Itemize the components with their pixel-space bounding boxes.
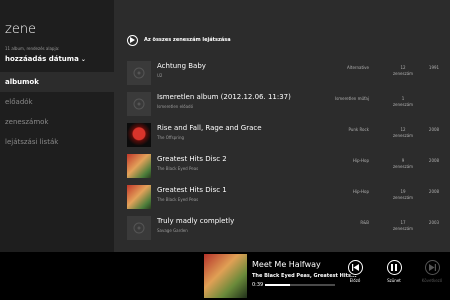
album-count-text: 11 album, rendezés alapja: — [5, 46, 60, 51]
album-cover — [127, 185, 151, 209]
sidebar-item-artists[interactable]: előadók — [0, 92, 114, 112]
chevron-down-icon: ⌄ — [80, 56, 86, 63]
album-row[interactable]: Ismeretlen album (2012.12.06. 11:37) Ism… — [114, 88, 450, 119]
album-row[interactable]: Rise and Fall, Rage and Grace The Offspr… — [114, 119, 450, 150]
sort-dropdown[interactable]: hozzáadás dátuma ⌄ — [5, 55, 86, 63]
album-row[interactable]: Achtung Baby U2 Alternative 12 zeneszám 1… — [114, 57, 450, 88]
album-year: 2008 — [428, 189, 440, 194]
album-genre: R&B — [360, 220, 369, 225]
album-artist: The Black Eyed Peas — [157, 197, 199, 202]
sidebar-nav: albumok előadók zeneszámok lejátszási li… — [0, 72, 114, 152]
album-title: Achtung Baby — [157, 62, 206, 70]
album-row[interactable]: Greatest Hits Disc 1 The Black Eyed Peas… — [114, 181, 450, 212]
album-pane: Az összes zeneszám lejátszása Achtung Ba… — [114, 0, 450, 252]
sidebar: zene 11 album, rendezés alapja: hozzáadá… — [0, 0, 114, 252]
now-playing-subtitle: The Black Eyed Peas, Greatest Hits... — [252, 273, 357, 279]
album-placeholder-icon — [127, 216, 151, 240]
album-year: 2003 — [428, 220, 440, 225]
album-genre: Alternative — [347, 65, 369, 70]
now-playing-title: Meet Me Halfway — [252, 260, 321, 269]
next-label: Következő — [421, 278, 443, 283]
next-button[interactable]: Következő — [420, 260, 444, 283]
album-title: Rise and Fall, Rage and Grace — [157, 124, 262, 132]
album-artist: U2 — [157, 73, 163, 78]
progress-bar[interactable] — [265, 284, 335, 286]
app-title: zene — [5, 22, 37, 37]
album-year: 2008 — [428, 127, 440, 132]
album-list: Achtung Baby U2 Alternative 12 zeneszám 1… — [114, 57, 450, 243]
sidebar-item-playlists[interactable]: lejátszási listák — [0, 132, 114, 152]
progress-fill — [265, 284, 290, 286]
album-title: Truly madly completly — [157, 217, 235, 225]
previous-button[interactable]: Előző — [343, 260, 367, 283]
album-row[interactable]: Greatest Hits Disc 2 The Black Eyed Peas… — [114, 150, 450, 181]
album-cover — [127, 123, 151, 147]
album-genre: Hip-Hop — [352, 158, 369, 163]
album-row[interactable]: Truly madly completly Savage Garden R&B … — [114, 212, 450, 243]
album-year: 1991 — [428, 65, 440, 70]
sidebar-item-albums[interactable]: albumok — [0, 72, 114, 92]
pause-button[interactable]: Szünet — [382, 260, 406, 283]
sort-label: hozzáadás dátuma — [5, 55, 79, 63]
album-track-count: 17 zeneszám — [392, 220, 414, 231]
pause-label: Szünet — [387, 278, 401, 283]
album-title: Greatest Hits Disc 1 — [157, 186, 227, 194]
album-genre: Hip-Hop — [352, 189, 369, 194]
previous-label: Előző — [349, 278, 361, 283]
sidebar-item-songs[interactable]: zeneszámok — [0, 112, 114, 132]
album-track-count: 1 zeneszám — [392, 96, 414, 107]
play-all-button[interactable]: Az összes zeneszám lejátszása — [127, 33, 231, 47]
album-track-count: 12 zeneszám — [392, 65, 414, 76]
album-title: Ismeretlen album (2012.12.06. 11:37) — [157, 93, 291, 101]
album-genre: Ismeretlen műfaj — [335, 96, 369, 101]
album-cover — [127, 154, 151, 178]
next-icon — [424, 260, 440, 275]
album-artist: The Black Eyed Peas — [157, 166, 199, 171]
elapsed-time: 0:39 — [252, 282, 264, 288]
now-playing-cover[interactable] — [204, 254, 247, 298]
play-icon — [127, 34, 138, 46]
now-playing-bar: Meet Me Halfway The Black Eyed Peas, Gre… — [0, 252, 450, 300]
play-all-label: Az összes zeneszám lejátszása — [144, 37, 231, 43]
album-genre: Punk Rock — [348, 127, 369, 132]
album-artist: Savage Garden — [157, 228, 188, 233]
album-title: Greatest Hits Disc 2 — [157, 155, 227, 163]
album-track-count: 12 zeneszám — [392, 127, 414, 138]
album-track-count: 9 zeneszám — [392, 158, 414, 169]
pause-icon — [386, 260, 402, 275]
album-placeholder-icon — [127, 92, 151, 116]
album-year: 2008 — [428, 158, 440, 163]
album-artist: Ismeretlen előadó — [157, 104, 194, 109]
album-track-count: 19 zeneszám — [392, 189, 414, 200]
album-placeholder-icon — [127, 61, 151, 85]
album-artist: The Offspring — [157, 135, 185, 140]
previous-icon — [347, 260, 363, 275]
